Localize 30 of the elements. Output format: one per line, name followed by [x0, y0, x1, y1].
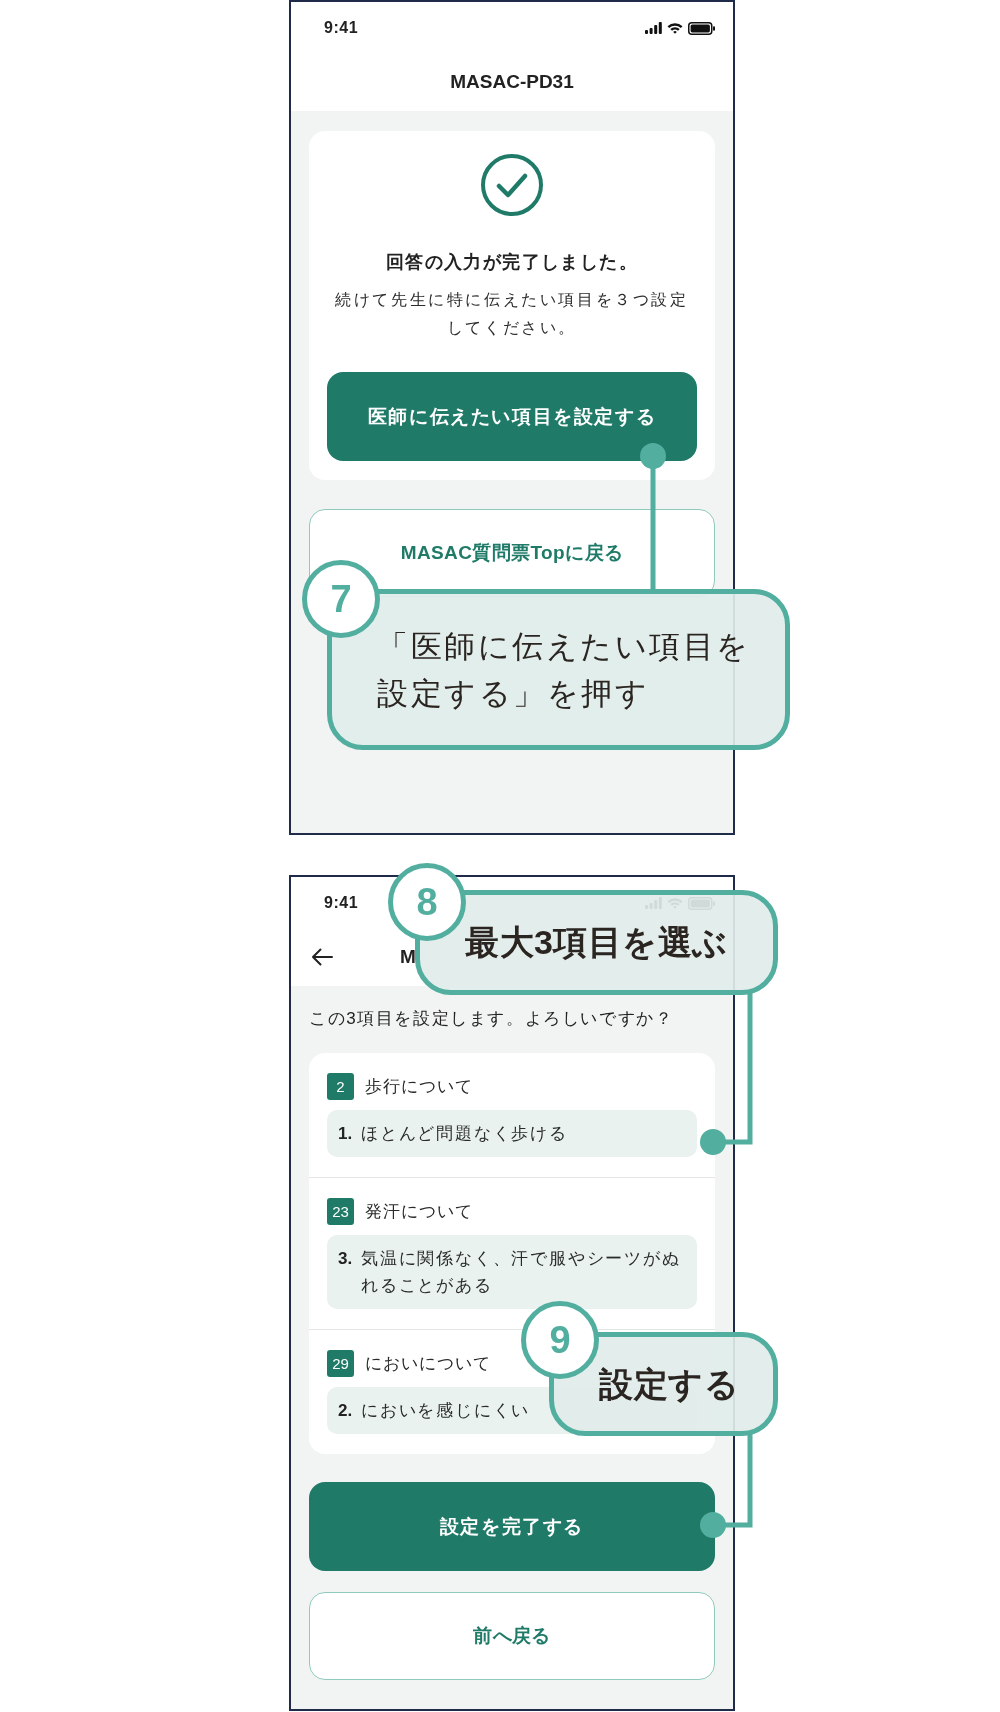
wifi-icon — [667, 22, 683, 34]
screen-title: MASAC-PD31 — [450, 70, 574, 93]
signal-icon — [645, 22, 662, 34]
answer-text: ほとんど問題なく歩ける — [361, 1123, 569, 1145]
set-items-button[interactable]: 医師に伝えたい項目を設定する — [327, 372, 697, 461]
callout-text: 「医師に伝えたい項目を設定する」を押す — [377, 627, 752, 713]
completion-message: 続けて先生に特に伝えたい項目を３つ設定してください。 — [334, 290, 690, 338]
screen-title: M — [400, 945, 416, 968]
question-number-badge: 2 — [327, 1073, 354, 1100]
answer-number: 2. — [338, 1400, 354, 1422]
answer-number: 1. — [338, 1123, 354, 1145]
callout-text: 設定する — [599, 1363, 740, 1405]
confirm-prompt: この3項目を設定します。よろしいですか？ — [309, 1008, 675, 1030]
battery-icon — [688, 21, 715, 35]
back-arrow-icon[interactable] — [311, 947, 333, 966]
completion-heading: 回答の入力が完了しました。 — [385, 251, 639, 274]
answer-text: においを感じにくい — [361, 1400, 532, 1422]
answer-text: 気温に関係なく、汗で服やシーツがぬれることがある — [361, 1248, 682, 1297]
status-time: 9:41 — [324, 894, 359, 912]
question-title: 発汗について — [365, 1201, 473, 1223]
callout-text: 最大3項目を選ぶ — [465, 922, 729, 963]
question-title: 歩行について — [365, 1076, 473, 1098]
question-number-badge: 23 — [327, 1198, 354, 1225]
answer-number: 3. — [338, 1248, 354, 1270]
status-time: 9:41 — [324, 19, 359, 37]
question-title: においについて — [365, 1353, 491, 1375]
question-number-badge: 29 — [327, 1350, 354, 1377]
previous-button[interactable]: 前へ戻る — [309, 1592, 715, 1680]
check-circle-icon — [481, 154, 543, 216]
complete-setup-button[interactable]: 設定を完了する — [309, 1482, 715, 1571]
